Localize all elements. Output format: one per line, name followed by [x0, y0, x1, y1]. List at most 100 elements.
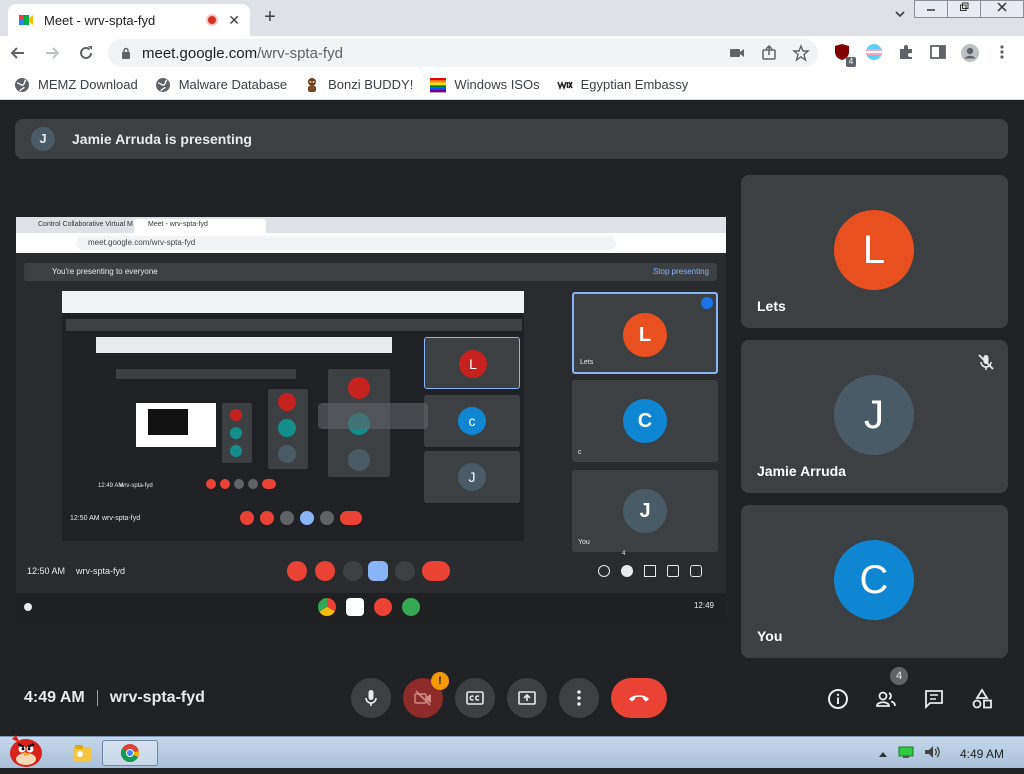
presenter-avatar: J [31, 127, 55, 151]
forward-arrow-icon [46, 47, 60, 59]
nested-tile-avatar: J [623, 489, 667, 533]
microphone-button[interactable] [351, 678, 391, 718]
microphone-icon [365, 690, 377, 706]
captions-button[interactable] [455, 678, 495, 718]
meet-favicon-icon [19, 15, 33, 25]
nested3-tiles [268, 389, 308, 469]
participant-tile-jamie-arruda[interactable]: J Jamie Arruda [741, 340, 1008, 493]
meeting-info: 4:49 AM wrv-spta-fyd [24, 689, 205, 707]
meet-call-area: J Jamie Arruda is presenting Control Col… [0, 101, 1024, 736]
side-panel-icon[interactable] [928, 43, 948, 63]
nested3-chrome [96, 337, 392, 353]
new-tab-button[interactable]: + [258, 5, 282, 29]
windows-taskbar: 4:49 AM [0, 735, 1024, 768]
present-screen-icon [518, 691, 536, 705]
close-window-button[interactable] [980, 0, 1024, 18]
nested-mic-off-icon [287, 561, 307, 581]
taskbar-explorer[interactable] [62, 740, 102, 766]
participant-tile-you[interactable]: C You [741, 505, 1008, 658]
meeting-code: wrv-spta-fyd [109, 689, 205, 706]
bookmark-malware-database[interactable]: Malware Database [155, 77, 287, 93]
closed-captions-icon [466, 691, 484, 705]
lock-icon [122, 47, 130, 59]
nested-address-bar: meet.google.com/wrv-spta-fyd [76, 236, 616, 250]
tab-search-chevron-icon[interactable] [894, 8, 906, 23]
reload-icon [80, 46, 92, 59]
bookmark-label: MEMZ Download [38, 77, 138, 92]
leave-call-button[interactable] [611, 678, 667, 718]
extension-badge: 4 [846, 57, 856, 67]
profile-avatar-icon[interactable] [960, 43, 980, 63]
bookmark-egyptian-embassy[interactable]: Egyptian Embassy [556, 77, 688, 93]
nested-tile-avatar: L [623, 313, 667, 357]
activities-button[interactable] [969, 686, 995, 712]
tab-close-icon[interactable]: ✕ [228, 12, 240, 29]
taskbar-clock[interactable]: 4:49 AM [960, 747, 1004, 761]
nested-tab-1-title: Control Collaborative Virtual M [38, 221, 133, 228]
nested1-controls [240, 511, 362, 525]
nested-people-count: 4 [622, 551, 626, 557]
minimize-button[interactable] [914, 0, 948, 18]
shared-screen[interactable]: Control Collaborative Virtual M Meet - w… [16, 217, 726, 622]
nested-camera-off-icon [315, 561, 335, 581]
bonzi-icon [308, 77, 317, 92]
participant-avatar: C [834, 540, 914, 620]
nested-tile-name: c [578, 449, 582, 456]
bookmarks-bar: MEMZ Download Malware Database Bonzi BUD… [0, 70, 1024, 100]
browser-menu-icon[interactable] [992, 43, 1012, 63]
ublock-extension-icon[interactable]: 4 [832, 43, 856, 67]
extensions-puzzle-icon[interactable] [896, 43, 916, 63]
wix-icon [556, 80, 573, 90]
forward-button[interactable] [42, 43, 62, 68]
nested-tile-name: Lets [580, 359, 594, 366]
meeting-clock: 4:49 AM [24, 689, 85, 706]
nested2-controls [206, 479, 276, 489]
mic-muted-icon [978, 354, 994, 370]
camera-in-use-icon[interactable] [728, 44, 746, 62]
bookmark-bonzi-buddy[interactable]: Bonzi BUDDY! [304, 77, 413, 93]
network-icon[interactable] [898, 745, 914, 762]
nested-stop-presenting: Stop presenting [652, 267, 709, 276]
bookmark-label: Bonzi BUDDY! [328, 77, 414, 92]
bookmark-star-icon[interactable] [792, 44, 810, 62]
tab-meet[interactable]: Meet - wrv-spta-fyd ✕ [8, 4, 250, 36]
nested-clock-main: 12:50 AM [27, 566, 66, 576]
angry-bird-start-icon [10, 735, 42, 767]
back-button[interactable] [8, 43, 28, 68]
present-now-button[interactable] [507, 678, 547, 718]
nested-tab-1: Control Collaborative Virtual M [20, 219, 133, 233]
participant-name: Lets [757, 298, 786, 314]
info-icon [828, 689, 848, 709]
start-button[interactable] [2, 731, 46, 769]
address-bar[interactable]: meet.google.com/wrv-spta-fyd [108, 39, 818, 67]
nested-present-icon [368, 561, 388, 581]
end-call-icon [629, 695, 649, 702]
nested-tile-you: J You [572, 470, 718, 552]
volume-icon[interactable] [924, 745, 942, 762]
nested-side-controls: 4 [598, 551, 702, 577]
nested-tab-2-title: Meet - wrv-spta-fyd [148, 221, 208, 228]
rainbow-flag-icon [430, 77, 447, 92]
activities-shapes-icon [972, 688, 992, 709]
meeting-details-button[interactable] [825, 686, 851, 712]
bookmark-memz[interactable]: MEMZ Download [14, 77, 138, 93]
nested-url: meet.google.com/wrv-spta-fyd [88, 238, 196, 247]
nested-tile-avatar: C [623, 399, 667, 443]
chat-button[interactable] [921, 686, 947, 712]
extensions-area: 4 [832, 43, 1012, 67]
participant-avatar: L [834, 210, 914, 290]
taskbar-chrome[interactable] [102, 740, 158, 766]
people-button[interactable]: 4 [873, 667, 908, 712]
more-options-button[interactable] [559, 678, 599, 718]
trans-flag-extension-icon[interactable] [864, 43, 884, 63]
reload-button[interactable] [76, 43, 96, 68]
bookmark-windows-isos[interactable]: Windows ISOs [430, 77, 540, 93]
share-icon[interactable] [760, 44, 778, 62]
chrome-icon [120, 744, 140, 762]
camera-button[interactable]: ! [403, 672, 449, 718]
tray-expand-icon[interactable] [878, 747, 888, 761]
nested-shelf-time: 12:49 [693, 601, 714, 610]
nested-toolbar: meet.google.com/wrv-spta-fyd [16, 233, 726, 253]
participant-tile-lets[interactable]: L Lets [741, 175, 1008, 328]
restore-button[interactable] [947, 0, 981, 18]
